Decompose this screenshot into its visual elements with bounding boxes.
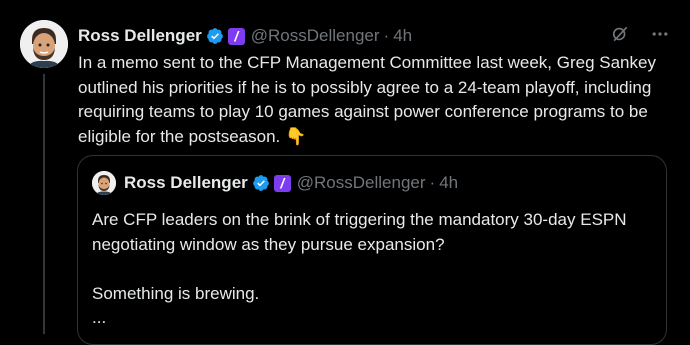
avatar-illustration [20, 20, 68, 68]
quoted-author-handle: @RossDellenger [296, 173, 426, 192]
quoted-avatar [92, 171, 116, 195]
more-icon[interactable] [650, 24, 670, 44]
separator-dot: · [383, 26, 390, 45]
grok-icon[interactable] [610, 24, 630, 44]
tweet-header: Ross Dellenger / @RossDellenger · 4h [78, 24, 670, 48]
author-name[interactable]: Ross Dellenger [78, 26, 202, 46]
quoted-text-line: Something is brewing. [92, 283, 260, 303]
tweet-text: In a memo sent to the CFP Management Com… [78, 53, 656, 146]
pointing-down-emoji: 👇 [284, 126, 307, 147]
tweet-actions [610, 24, 670, 44]
quoted-verified-badge-icon [252, 174, 270, 192]
quoted-text-ellipsis: ... [92, 308, 107, 327]
quoted-tweet-body: Are CFP leaders on the brink of triggeri… [92, 208, 652, 331]
quoted-tweet-header: Ross Dellenger / @RossDellenger · 4h [92, 171, 458, 195]
quoted-affiliate-badge-icon: / [273, 174, 291, 192]
thread-connector-line [43, 74, 45, 334]
affiliate-badge-icon: / [227, 27, 245, 45]
tweet-body: In a memo sent to the CFP Management Com… [78, 51, 658, 149]
quoted-author-name: Ross Dellenger [124, 173, 248, 192]
quoted-timestamp: 4h [439, 173, 459, 192]
tweet-timestamp[interactable]: 4h [393, 26, 412, 46]
avatar[interactable] [20, 20, 68, 68]
verified-badge-icon [206, 27, 224, 45]
quoted-tweet-card[interactable]: Ross Dellenger / @RossDellenger · 4h Are… [77, 155, 667, 345]
quoted-text-line: Are CFP leaders on the brink of triggeri… [92, 210, 627, 254]
author-handle[interactable]: @RossDellenger [251, 26, 380, 46]
quoted-separator-dot: · [429, 173, 436, 192]
